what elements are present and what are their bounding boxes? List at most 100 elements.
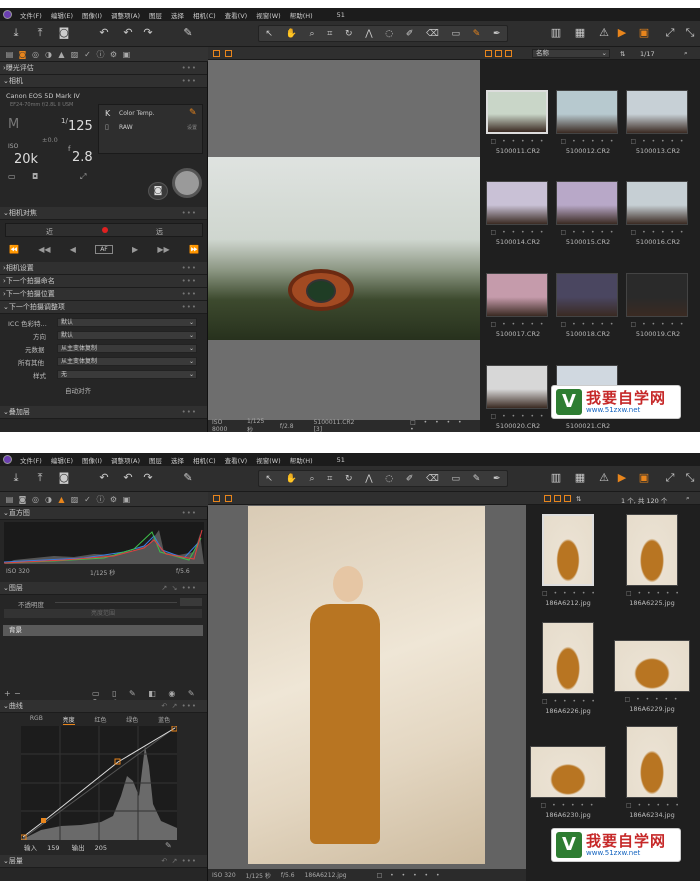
export-icon[interactable]: ⤒ (32, 25, 48, 41)
expand-icon[interactable]: ⤢ (662, 25, 678, 41)
export-icon[interactable]: ⤒ (32, 470, 48, 486)
menu-adjustments[interactable]: 调整项(A) (111, 455, 140, 465)
main-photo-watch[interactable] (208, 157, 480, 340)
adjust-select-style[interactable]: 无 ⌄ (57, 370, 197, 379)
wb-picker-icon[interactable]: ✒ (493, 29, 501, 39)
color-tab-icon[interactable]: ◑ (42, 495, 55, 504)
curve-tab-rgb[interactable]: RGB (30, 715, 43, 725)
thumbnail-item[interactable]: □ • • • • • 5100011.CR2 (486, 90, 550, 176)
camera-icon[interactable]: ◙ (56, 25, 72, 41)
menu-camera[interactable]: 相机(C) (193, 455, 216, 465)
pan-tool-icon[interactable]: ✋ (286, 474, 297, 484)
metadata-tab-icon[interactable]: ⓘ (94, 494, 107, 505)
thumbnail-item[interactable]: □ • • • • • 5100014.CR2 (486, 181, 550, 267)
menu-select[interactable]: 选择 (171, 455, 184, 465)
slideshow-icon[interactable]: ▶ (614, 25, 630, 41)
output-tab-icon[interactable]: ⚙ (107, 495, 120, 504)
menu-camera[interactable]: 相机(C) (193, 10, 216, 20)
adjust-select-orientation[interactable]: 默认 ⌄ (57, 331, 197, 340)
erase-tool-icon[interactable]: ⌫ (426, 29, 439, 39)
thumbnail-rating[interactable]: □ • • • • • (556, 321, 620, 328)
color-picker-icon[interactable]: ✎ (473, 474, 481, 484)
curve-tab-red[interactable]: 红色 (94, 715, 106, 725)
curve-picker-icon[interactable]: ✎ (165, 841, 172, 850)
search-icon[interactable]: ⌕ (684, 49, 688, 58)
menu-window[interactable]: 视窗(W) (256, 10, 281, 20)
capture-tab-icon[interactable]: ◙ (16, 495, 29, 504)
crop-tool-icon[interactable]: ⌗ (327, 29, 332, 39)
detail-tab-icon[interactable]: ▨ (68, 50, 81, 59)
color-tab-icon[interactable]: ◑ (42, 50, 55, 59)
capture-tab-icon[interactable]: ◙ (16, 50, 29, 59)
undo-all-icon[interactable]: ↶ (96, 470, 112, 486)
menu-image[interactable]: 图像(I) (82, 455, 102, 465)
search-icon[interactable]: ⌕ (686, 494, 690, 503)
section-overlay[interactable]: ⌄ 叠加层 ••• (0, 406, 207, 419)
menu-edit[interactable]: 编辑(E) (51, 10, 73, 20)
thumbnail-item[interactable]: □ • • • • • 186A6226.jpg (542, 622, 595, 720)
menu-layers[interactable]: 图层 (149, 10, 162, 20)
undo-all-icon[interactable]: ↶ (96, 25, 112, 41)
batch-tab-icon[interactable]: ▣ (120, 50, 133, 59)
shrink-icon[interactable]: ⤡ (682, 470, 698, 486)
zoom-tool-icon[interactable]: ⌕ (309, 474, 314, 484)
batch-tab-icon[interactable]: ▣ (120, 495, 133, 504)
filmstrip-view-icon[interactable] (564, 495, 571, 502)
section-camera-focus[interactable]: ⌄ 相机对焦 ••• (0, 207, 207, 220)
menu-window[interactable]: 视窗(W) (256, 455, 281, 465)
section-exposure-eval[interactable]: › 曝光评估 ••• (0, 62, 207, 75)
sort-select[interactable]: 名称 ⌄ (532, 49, 610, 58)
menu-view[interactable]: 查看(V) (225, 455, 248, 465)
warning-icon[interactable]: ⚠ (596, 25, 612, 41)
spot-tool-icon[interactable]: ◌ (385, 474, 393, 484)
adjust-tab-icon[interactable]: ✓ (81, 50, 94, 59)
warning-icon[interactable]: ⚠ (596, 470, 612, 486)
thumbnail-rating[interactable]: □ • • • • • (626, 138, 690, 145)
af-button[interactable]: AF (95, 244, 113, 254)
thumbnail-item[interactable]: □ • • • • • 186A6229.jpg (614, 640, 690, 718)
adjust-select-icc[interactable]: 默认 ⌄ (57, 318, 197, 327)
import-icon[interactable]: ⤓ (8, 470, 24, 486)
iso-value[interactable]: 20k (14, 152, 38, 167)
wb-picker-icon[interactable]: ✎ (189, 108, 197, 118)
slideshow-icon[interactable]: ▶ (614, 470, 630, 486)
live-view-icon[interactable]: ◙ (148, 182, 168, 200)
color-picker-icon[interactable]: ✎ (473, 29, 481, 39)
focus-near-large-icon[interactable]: ⏪ (9, 245, 19, 254)
pan-tool-icon[interactable]: ✋ (286, 29, 297, 39)
keystone-tool-icon[interactable]: ⋀ (365, 29, 372, 39)
thumbnail-item[interactable]: □ • • • • • 5100020.CR2 (486, 365, 550, 432)
brush-tool-icon[interactable]: ✐ (406, 474, 414, 484)
brush-range-button[interactable]: 亮度范围 (4, 609, 202, 618)
thumbnail-item[interactable]: □ • • • • • 5100018.CR2 (556, 273, 620, 359)
section-levels[interactable]: ⌄ 层量 ↶ ↗ ••• (0, 855, 207, 868)
curve-graph[interactable] (21, 726, 177, 840)
adjust-tab-icon[interactable]: ✓ (81, 495, 94, 504)
section-histogram[interactable]: ⌄ 直方图 ••• (0, 507, 207, 520)
grid-icon[interactable]: ▦ (572, 470, 588, 486)
compare-icon[interactable]: ▥ (548, 25, 564, 41)
multi-view-icon[interactable] (225, 495, 232, 502)
capture-button[interactable] (172, 168, 202, 198)
section-next-naming[interactable]: › 下一个拍摄命名 ••• (0, 275, 207, 288)
thumbnail-item[interactable]: □ • • • • • 186A6212.jpg (542, 514, 595, 612)
multi-view-icon[interactable] (225, 50, 232, 57)
auto-align-checkbox[interactable]: 自动对齐 (65, 384, 91, 395)
select-tool-icon[interactable]: ↖ (265, 474, 273, 484)
redo-icon[interactable]: ↷ (140, 470, 156, 486)
menu-help[interactable]: 帮助(H) (290, 10, 313, 20)
ev-value[interactable]: ±0.0 (42, 136, 58, 144)
menu-file[interactable]: 文件(F) (20, 455, 42, 465)
focus-near-mid-icon[interactable]: ◀◀ (38, 245, 50, 254)
thumbnail-item[interactable]: □ • • • • • 186A6230.jpg (530, 746, 606, 824)
adjust-select-metadata[interactable]: 从主变体复制 ⌄ (57, 344, 197, 353)
thumbnail-item[interactable]: □ • • • • • 5100012.CR2 (556, 90, 620, 176)
menu-edit[interactable]: 编辑(E) (51, 455, 73, 465)
library-tab-icon[interactable]: ▤ (3, 50, 16, 59)
exposure-tab-icon[interactable]: ▲ (55, 50, 68, 59)
undo-icon[interactable]: ↶ (120, 470, 136, 486)
output-tab-icon[interactable]: ⚙ (107, 50, 120, 59)
filmstrip-view-icon[interactable] (505, 50, 512, 57)
settings-label[interactable]: 设置 (187, 124, 197, 131)
shrink-icon[interactable]: ⤡ (682, 25, 698, 41)
